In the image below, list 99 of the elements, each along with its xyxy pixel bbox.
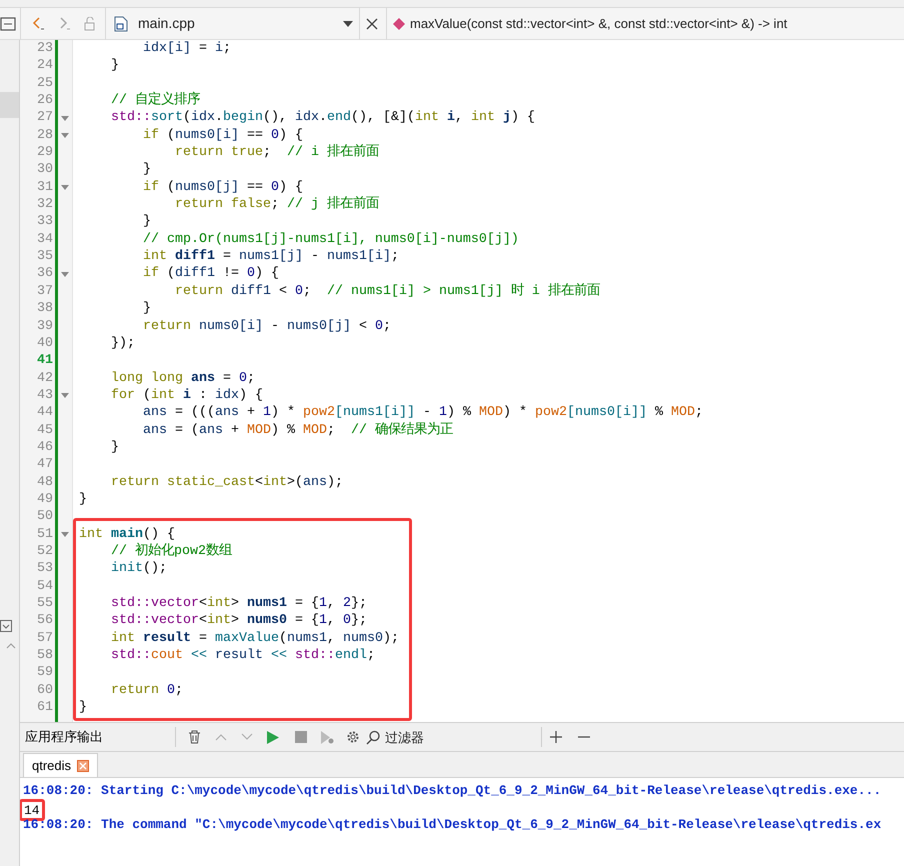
line-number: 51 <box>37 526 53 543</box>
line-number: 30 <box>37 161 53 179</box>
line-number: 52 <box>37 542 53 560</box>
code-line: long long ans = 0; <box>110 370 255 386</box>
code-line: if (nums0[j] == 0) { <box>142 180 303 195</box>
function-signature[interactable]: maxValue(const std::vector<int> &, const std::vector<int> &) -> int <box>410 14 788 34</box>
code-line: // cmp.Or(nums1[j]-nums1[i], nums0[i]-nums0[j]) <box>142 232 519 247</box>
code-line: return static_cast<int>(ans); <box>110 474 343 490</box>
code-line: } <box>110 440 119 455</box>
line-number: 36 <box>37 265 53 283</box>
line-number: 34 <box>37 230 53 248</box>
lock-icon[interactable] <box>83 16 97 30</box>
code-line: } <box>142 301 151 316</box>
code-line: }); <box>110 336 135 351</box>
output-line: 16:08:20: Starting C:\mycode\mycode\qtredis\build\Desktop_Qt_6_9_2_MinGW_64_bit-Release\release\qtredis.exe... <box>23 783 882 798</box>
line-number: 28 <box>37 126 53 144</box>
fold-marker-icon[interactable] <box>61 132 69 138</box>
line-number: 29 <box>37 144 53 162</box>
fold-marker-icon[interactable] <box>61 184 69 190</box>
line-number: 58 <box>37 647 53 664</box>
code-line: } <box>142 214 151 230</box>
output-tab[interactable]: qtredis <box>23 753 98 777</box>
line-number: 37 <box>37 282 53 300</box>
code-line: } <box>142 162 151 178</box>
line-number: 41 <box>37 352 53 370</box>
search-icon <box>366 730 381 744</box>
code-line: ans = (ans + MOD) % MOD; // 确保结果为正 <box>142 422 453 438</box>
line-number: 33 <box>37 213 53 231</box>
debug-run-icon[interactable] <box>321 730 334 744</box>
fold-marker-icon[interactable] <box>61 393 69 398</box>
line-number: 61 <box>37 699 53 716</box>
file-icon <box>114 16 128 32</box>
line-number: 31 <box>37 178 53 196</box>
line-number: 47 <box>37 456 53 474</box>
filter-field[interactable]: 过滤器 <box>385 726 541 748</box>
line-number: 23 <box>37 40 53 58</box>
code-line: return true; // i 排在前面 <box>174 145 379 160</box>
scroll-up-icon[interactable] <box>6 642 16 650</box>
line-number: 56 <box>37 612 53 630</box>
code-line: std::cout << result << std::endl; <box>110 648 375 664</box>
line-number: 42 <box>37 370 53 387</box>
line-number: 60 <box>37 682 53 700</box>
line-number: 25 <box>37 74 53 92</box>
plus-icon[interactable] <box>550 731 562 743</box>
line-number: 57 <box>37 630 53 648</box>
line-number: 46 <box>37 438 53 456</box>
line-number: 32 <box>37 196 53 214</box>
line-number: 59 <box>37 664 53 682</box>
code-line: init(); <box>110 561 167 576</box>
line-number: 48 <box>37 474 53 491</box>
line-number: 35 <box>37 248 53 266</box>
run-icon[interactable] <box>267 730 279 744</box>
fold-marker-icon[interactable] <box>61 532 69 537</box>
function-symbol-icon <box>393 18 405 30</box>
line-number: 26 <box>37 92 53 110</box>
panel-toggle-icon[interactable] <box>0 16 16 30</box>
line-number: 24 <box>37 57 53 75</box>
code-line: } <box>79 700 87 716</box>
line-number: 44 <box>37 404 53 422</box>
line-number: 38 <box>37 300 53 318</box>
code-line: // 初始化pow2数组 <box>110 544 232 559</box>
code-line: int result = maxValue(nums1, nums0); <box>110 630 399 646</box>
close-icon[interactable] <box>366 18 378 30</box>
line-number: 49 <box>37 490 53 508</box>
file-name: main.cpp <box>138 14 196 33</box>
code-line: return 0; <box>110 682 183 698</box>
panel-title: 应用程序输出 <box>25 728 104 746</box>
code-line: return diff1 < 0; // nums1[i] > nums1[j] 时 i 排在前面 <box>174 284 600 299</box>
code-line: return false; // j 排在前面 <box>174 197 379 212</box>
line-number: 54 <box>37 578 53 595</box>
fold-marker-icon[interactable] <box>61 116 69 121</box>
back-icon[interactable] <box>31 16 45 32</box>
line-number: 45 <box>37 422 53 439</box>
code-line: if (diff1 != 0) { <box>142 266 279 282</box>
settings-icon[interactable] <box>346 730 360 744</box>
code-line: return nums0[i] - nums0[j] < 0; <box>142 318 391 334</box>
line-number: 39 <box>37 318 53 335</box>
line-number: 27 <box>37 109 53 127</box>
code-line: std::vector<int> nums1 = {1, 2}; <box>110 596 367 611</box>
code-line: } <box>79 492 87 507</box>
code-line: std::vector<int> nums0 = {1, 0}; <box>110 613 367 628</box>
trash-icon[interactable] <box>188 730 201 744</box>
code-line: if (nums0[i] == 0) { <box>142 128 303 143</box>
dropdown-icon[interactable] <box>0 620 12 632</box>
line-number: 43 <box>37 386 53 404</box>
dropdown-caret-icon[interactable] <box>343 20 353 26</box>
code-line: // 自定义排序 <box>110 93 200 108</box>
code-line: idx[i] = i; <box>142 41 231 56</box>
code-line: int main() { <box>79 526 175 542</box>
fold-marker-icon[interactable] <box>61 272 69 277</box>
line-number: 53 <box>37 560 53 578</box>
code-line: } <box>110 58 119 74</box>
code-line: ans = (((ans + 1) * pow2[nums1[i]] - 1) % MOD) * pow2[nums0[i]] % MOD; <box>142 405 703 420</box>
code-line: std::sort(idx.begin(), idx.end(), [&](int i, int j) { <box>110 110 535 126</box>
line-number: 40 <box>37 334 53 352</box>
line-number: 55 <box>37 595 53 612</box>
code-line: for (int i : idx) { <box>110 388 263 403</box>
line-number: 50 <box>37 508 53 526</box>
code-line: int diff1 = nums1[j] - nums1[i]; <box>142 249 399 264</box>
